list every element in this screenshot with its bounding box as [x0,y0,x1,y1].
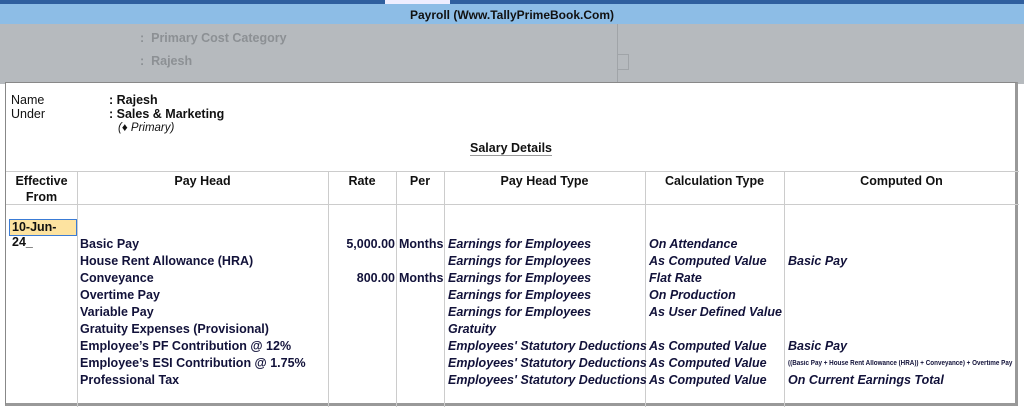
pay-head: Overtime Pay [80,288,160,302]
table-row[interactable]: Basic Pay 5,000.00 Months Earnings for E… [6,237,1019,254]
header-effective-from: Effective From [15,174,68,204]
header-computed-on: Computed On [860,174,943,188]
pay-head: Conveyance [80,271,154,285]
table-row[interactable]: Gratuity Expenses (Provisional) Gratuity [6,322,1019,339]
bg-category: : Primary Cost Category [140,31,287,45]
effective-from-input[interactable]: 10-Jun-24_ [9,219,77,249]
salary-details-panel: Name : Rajesh Under : Sales & Marketing … [5,82,1019,407]
computed-on: Basic Pay [788,254,848,268]
pay-head: Professional Tax [80,373,180,387]
divider [6,204,1019,205]
parent-group: (♦ Primary) [118,122,175,134]
pay-head: Employee’s PF Contribution @ 12% [80,339,292,353]
header-pay-head-type: Pay Head Type [500,174,589,188]
pay-head: Employee’s ESI Contribution @ 1.75% [80,356,306,370]
pay-head-type: Earnings for Employees [448,288,592,302]
pay-head: House Rent Allowance (HRA) [80,254,254,268]
computed-on: On Current Earnings Total [788,373,944,387]
bg-name: : Rajesh [140,54,193,68]
table-row[interactable]: House Rent Allowance (HRA) Earnings for … [6,254,1019,271]
pay-head: Variable Pay [80,305,154,319]
pay-head: Basic Pay [80,237,140,251]
rate: 800.00 [356,271,395,285]
table-row[interactable]: Employee’s PF Contribution @ 12% Employe… [6,339,1019,356]
calculation-type: As Computed Value [649,339,767,353]
table-row[interactable]: Employee’s ESI Contribution @ 1.75% Empl… [6,356,1019,373]
calculation-type: As Computed Value [649,373,767,387]
pay-head-type: Earnings for Employees [448,254,592,268]
pay-head: Gratuity Expenses (Provisional) [80,322,269,336]
calculation-type: On Attendance [649,237,738,251]
header-calculation-type: Calculation Type [664,174,765,188]
table-row[interactable]: Professional Tax Employees' Statutory De… [6,373,1019,390]
table-row[interactable]: Conveyance 800.00 Months Earnings for Em… [6,271,1019,288]
background-form: : Primary Cost Category : Rajesh [0,24,1024,84]
calculation-type: On Production [649,288,736,302]
per: Months [399,271,444,285]
calculation-type: As User Defined Value [649,305,782,319]
calculation-type: As Computed Value [649,254,767,268]
pay-head-type: Gratuity [448,322,496,336]
bg-field-box [617,54,629,70]
table-row[interactable]: Overtime Pay Earnings for Employees On P… [6,288,1019,305]
name-value: : Rajesh [109,93,158,107]
window-title: Payroll (Www.TallyPrimeBook.Com) [0,4,1024,24]
header-per: Per [409,174,431,188]
table-row[interactable]: Variable Pay Earnings for Employees As U… [6,305,1019,322]
rate: 5,000.00 [346,237,395,251]
header-pay-head: Pay Head [174,174,231,188]
pay-head-type: Earnings for Employees [448,271,592,285]
pay-head-type: Employees' Statutory Deductions [448,373,647,387]
pay-head-type: Employees' Statutory Deductions [448,356,647,370]
name-label: Name [11,93,45,107]
calculation-type: Flat Rate [649,271,702,285]
divider [6,171,1019,172]
header-rate: Rate [348,174,376,188]
pay-head-type: Earnings for Employees [448,237,592,251]
calculation-type: As Computed Value [649,356,767,370]
computed-on: ((Basic Pay + House Rent Allowance (HRA)… [788,360,1013,367]
computed-on: Basic Pay [788,339,848,353]
pay-head-type: Earnings for Employees [448,305,592,319]
section-title: Salary Details [470,141,552,156]
pay-head-type: Employees' Statutory Deductions [448,339,647,353]
per: Months [399,237,444,251]
under-value: : Sales & Marketing [109,107,225,121]
under-label: Under [11,107,46,121]
